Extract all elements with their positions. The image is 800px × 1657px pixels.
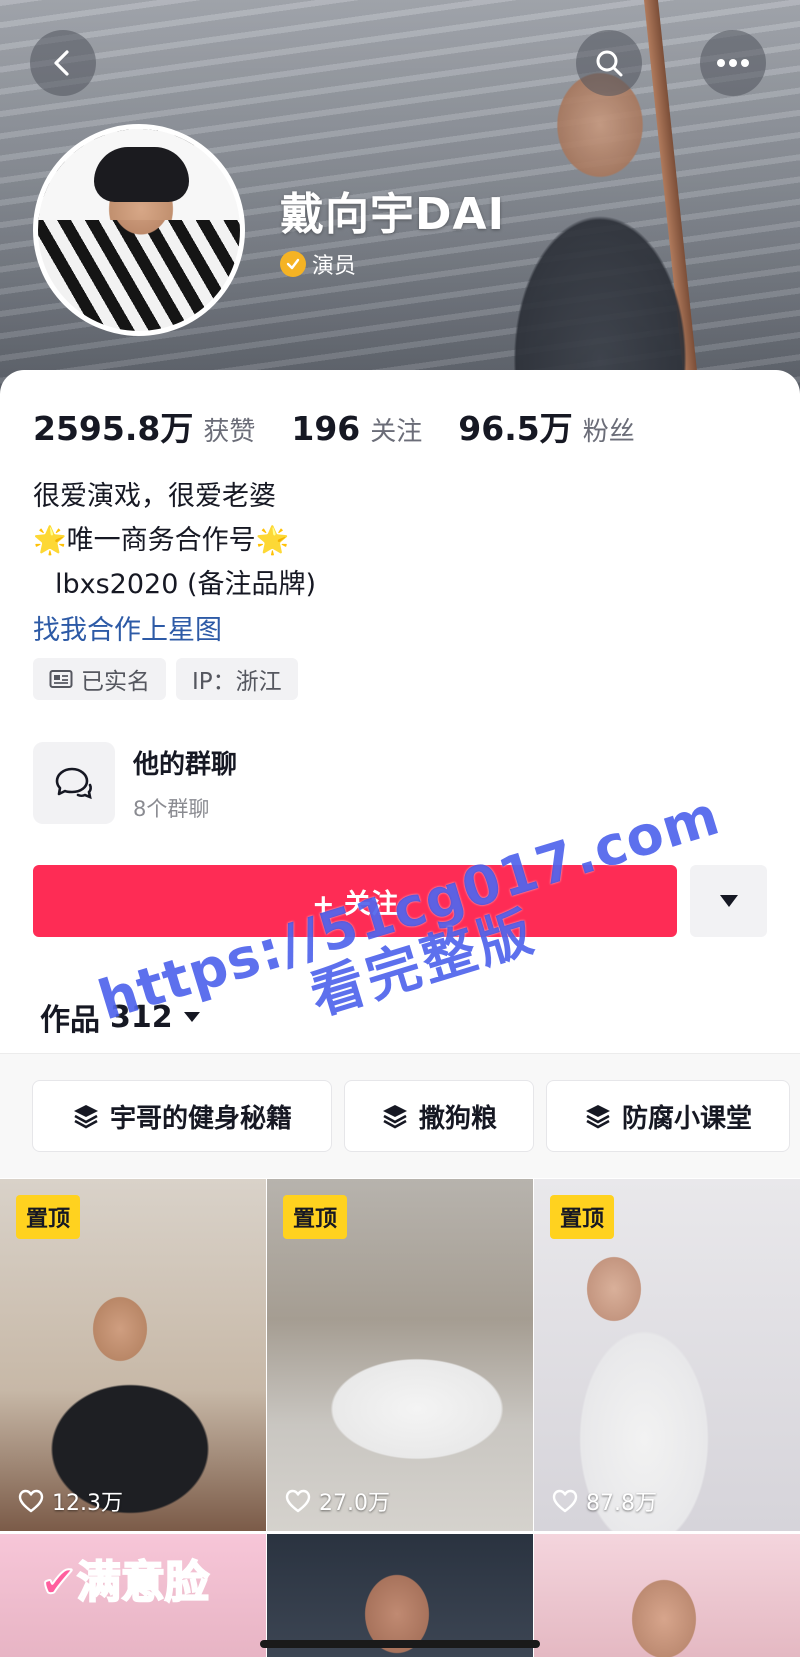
verified-check-icon [280, 251, 306, 277]
collections-list: 宇哥的健身秘籍 撒狗粮 防腐小课堂 [32, 1080, 790, 1152]
profile-name: 戴向宇DAI [280, 189, 505, 240]
recommend-dropdown-button[interactable] [690, 865, 767, 937]
video-likes: 12.3万 [18, 1485, 123, 1517]
pinned-badge: 置顶 [283, 1195, 348, 1239]
caret-down-icon [183, 1012, 200, 1022]
home-indicator[interactable] [260, 1640, 540, 1648]
stat-likes-value: 2595.8万 [33, 409, 194, 448]
video-likes: 87.8万 [552, 1485, 657, 1517]
bio-line-2: 🌟唯一商务合作号🌟 [33, 519, 316, 563]
tag-ip-location: IP：浙江 [176, 658, 298, 700]
tag-verified-id[interactable]: 已实名 [33, 658, 166, 700]
layers-icon [585, 1105, 610, 1129]
star-map-link[interactable]: 找我合作上星图 [33, 608, 222, 647]
search-button[interactable] [576, 30, 642, 96]
profile-stats: 2595.8万 获赞 196 关注 96.5万 粉丝 [33, 402, 635, 450]
collection-anti-scam[interactable]: 防腐小课堂 [546, 1080, 790, 1152]
collection-fitness[interactable]: 宇哥的健身秘籍 [32, 1080, 332, 1152]
back-button[interactable] [30, 30, 96, 96]
video-likes-count: 12.3万 [52, 1491, 123, 1516]
video-likes-count: 27.0万 [319, 1491, 390, 1516]
group-chat-text: 他的群聊 8个群聊 [133, 744, 237, 823]
video-thumbnail[interactable]: ✔满意脸 [0, 1534, 266, 1657]
layers-icon [382, 1105, 407, 1129]
video-thumbnail[interactable]: 置顶 87.8万 [534, 1179, 800, 1531]
video-thumbnail[interactable]: 置顶 27.0万 [267, 1179, 533, 1531]
stat-followers-value: 96.5万 [458, 409, 573, 448]
video-cover-text: ✔满意脸 [39, 1556, 210, 1609]
stat-likes-label: 获赞 [203, 417, 256, 447]
stat-likes[interactable]: 2595.8万 获赞 [33, 402, 255, 450]
bio-line-1: 很爱演戏，很爱老婆 [33, 481, 276, 512]
video-likes: 27.0万 [285, 1485, 390, 1517]
search-icon [596, 50, 623, 77]
stat-following[interactable]: 196 关注 [291, 409, 422, 448]
caret-down-icon [719, 895, 738, 907]
bio-line-2-text: 唯一商务合作号 [66, 525, 256, 556]
video-grid: 置顶 12.3万 置顶 27.0万 置顶 87.8万 ✔满意脸 [0, 1179, 800, 1657]
chevron-left-icon [54, 50, 69, 76]
collection-label: 撒狗粮 [418, 1103, 497, 1134]
heart-icon [285, 1489, 311, 1513]
id-card-icon [49, 670, 73, 688]
heart-icon [552, 1489, 578, 1513]
collection-label: 宇哥的健身秘籍 [109, 1103, 292, 1134]
stat-followers[interactable]: 96.5万 粉丝 [458, 402, 634, 450]
more-options-button[interactable] [700, 30, 766, 96]
follow-button[interactable]: + 关注 [33, 865, 677, 937]
star-emoji: 🌟 [255, 525, 290, 556]
video-likes-count: 87.8万 [586, 1491, 657, 1516]
stat-following-label: 关注 [370, 417, 423, 447]
pinned-badge: 置顶 [16, 1195, 81, 1239]
bio-line-3: lbxs2020 (备注品牌) [55, 569, 317, 600]
collection-dog-food[interactable]: 撒狗粮 [344, 1080, 534, 1152]
profile-tags: 已实名 IP：浙江 [33, 658, 298, 700]
works-tab[interactable]: 作品 312 [40, 995, 201, 1039]
group-chat-icon [33, 742, 115, 824]
verification-text: 演员 [312, 254, 357, 279]
tag-verified-label: 已实名 [81, 669, 150, 695]
star-emoji: 🌟 [33, 525, 67, 556]
group-chat-entry[interactable]: 他的群聊 8个群聊 [33, 742, 237, 824]
stat-followers-label: 粉丝 [582, 417, 635, 447]
avatar[interactable] [33, 124, 245, 336]
layers-icon [73, 1105, 98, 1129]
group-chat-count: 8个群聊 [133, 796, 210, 821]
profile-bio: 很爱演戏，很爱老婆 🌟唯一商务合作号🌟 lbxs2020 (备注品牌) [33, 475, 316, 607]
works-count: 312 [110, 999, 173, 1035]
verification-label: 演员 [280, 248, 356, 280]
video-thumbnail[interactable]: 置顶 12.3万 [0, 1179, 266, 1531]
more-dots-icon [717, 59, 749, 67]
video-thumbnail[interactable] [267, 1534, 533, 1657]
heart-icon [18, 1489, 44, 1513]
group-chat-title: 他的群聊 [133, 749, 238, 780]
video-thumbnail[interactable] [534, 1534, 800, 1657]
tag-ip-label: IP：浙江 [192, 669, 282, 695]
collection-label: 防腐小课堂 [621, 1103, 752, 1134]
pinned-badge: 置顶 [550, 1195, 615, 1239]
works-label: 作品 [40, 1003, 100, 1038]
stat-following-value: 196 [291, 409, 361, 448]
